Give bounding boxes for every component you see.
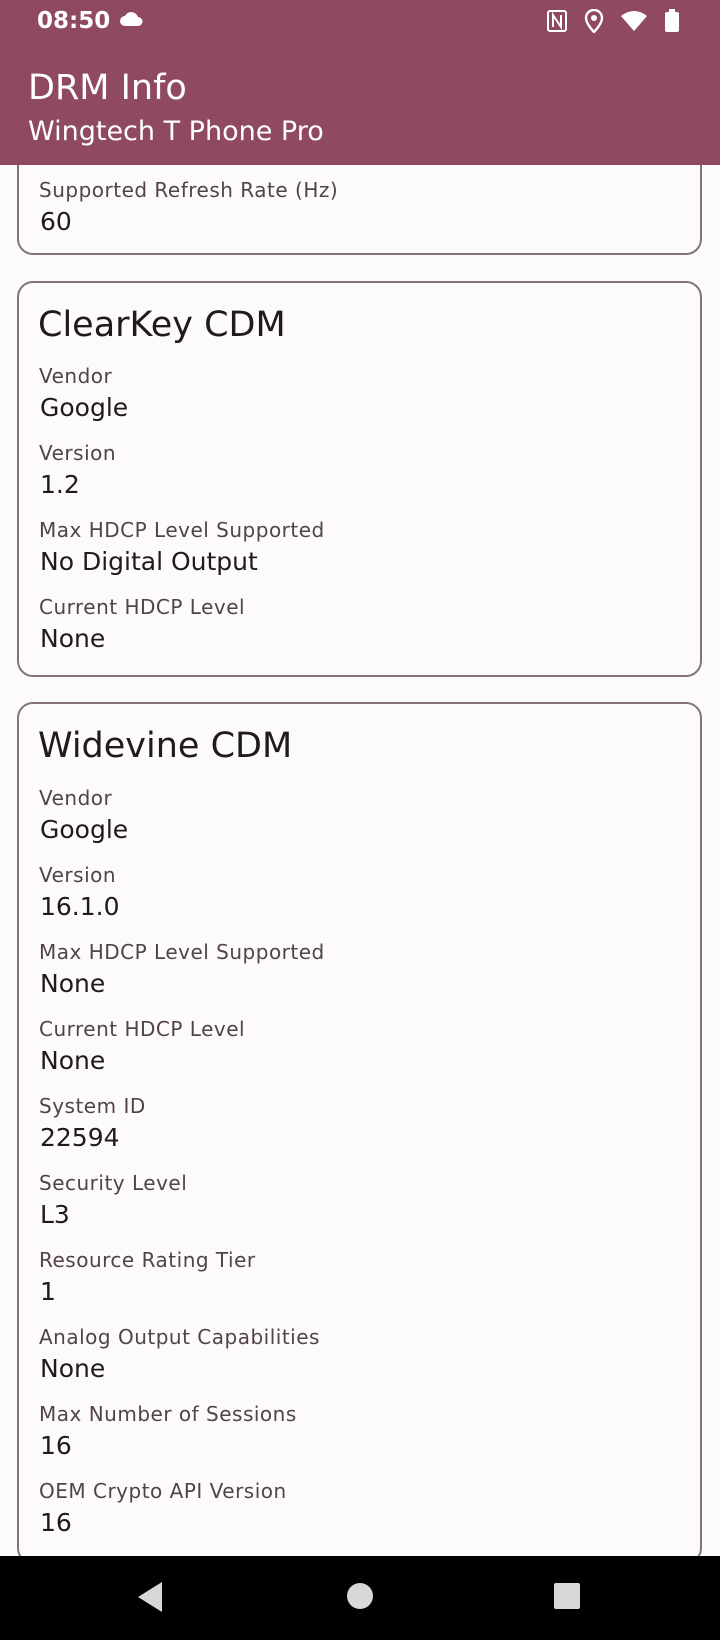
max-hdcp-label: Max HDCP Level Supported xyxy=(39,940,325,964)
current-hdcp-value: None xyxy=(40,624,106,653)
card-title: ClearKey CDM xyxy=(38,305,286,345)
max-sessions-value: 16 xyxy=(40,1431,72,1460)
status-time: 08:50 xyxy=(37,8,111,34)
oem-crypto-value: 16 xyxy=(40,1508,72,1537)
nfc-icon xyxy=(546,9,568,37)
resource-rating-value: 1 xyxy=(40,1277,56,1306)
analog-output-label: Analog Output Capabilities xyxy=(39,1325,320,1349)
wifi-icon xyxy=(620,10,648,36)
analog-output-value: None xyxy=(40,1354,106,1383)
display-info-card: Supported Refresh Rate (Hz) 60 xyxy=(17,165,702,255)
vendor-label: Vendor xyxy=(39,364,113,388)
security-level-label: Security Level xyxy=(39,1171,188,1195)
status-bar: 08:50 xyxy=(0,0,720,44)
oem-crypto-label: OEM Crypto API Version xyxy=(39,1479,287,1503)
clearkey-cdm-card: ClearKey CDM Vendor Google Version 1.2 M… xyxy=(17,281,702,677)
version-label: Version xyxy=(39,441,117,465)
current-hdcp-value: None xyxy=(40,1046,106,1075)
location-icon xyxy=(584,8,604,37)
security-level-value: L3 xyxy=(40,1200,70,1229)
max-hdcp-value: No Digital Output xyxy=(40,547,258,576)
scroll-content[interactable]: Supported Refresh Rate (Hz) 60 ClearKey … xyxy=(0,165,720,1556)
max-hdcp-value: None xyxy=(40,969,106,998)
back-icon[interactable] xyxy=(136,1580,164,1618)
vendor-label: Vendor xyxy=(39,786,113,810)
vendor-value: Google xyxy=(40,815,129,844)
vendor-value: Google xyxy=(40,393,129,422)
max-sessions-label: Max Number of Sessions xyxy=(39,1402,297,1426)
app-subtitle: Wingtech T Phone Pro xyxy=(28,116,324,147)
system-id-label: System ID xyxy=(39,1094,146,1118)
battery-icon xyxy=(664,9,680,37)
field-value: 60 xyxy=(40,207,72,236)
recents-icon[interactable] xyxy=(554,1583,580,1613)
version-label: Version xyxy=(39,863,117,887)
widevine-cdm-card: Widevine CDM Vendor Google Version 16.1.… xyxy=(17,702,702,1556)
version-value: 16.1.0 xyxy=(40,892,120,921)
field-label: Supported Refresh Rate (Hz) xyxy=(39,178,339,202)
home-icon[interactable] xyxy=(346,1582,374,1614)
status-icons xyxy=(546,8,680,37)
app-bar: 08:50 DRM Info Wingtech T Phone Pro xyxy=(0,0,720,165)
current-hdcp-label: Current HDCP Level xyxy=(39,1017,246,1041)
navigation-bar xyxy=(0,1556,720,1640)
system-id-value: 22594 xyxy=(40,1123,120,1152)
resource-rating-label: Resource Rating Tier xyxy=(39,1248,256,1272)
max-hdcp-label: Max HDCP Level Supported xyxy=(39,518,325,542)
cloud-icon xyxy=(119,10,143,32)
card-title: Widevine CDM xyxy=(38,726,293,766)
current-hdcp-label: Current HDCP Level xyxy=(39,595,246,619)
app-title: DRM Info xyxy=(28,68,187,108)
version-value: 1.2 xyxy=(40,470,80,499)
